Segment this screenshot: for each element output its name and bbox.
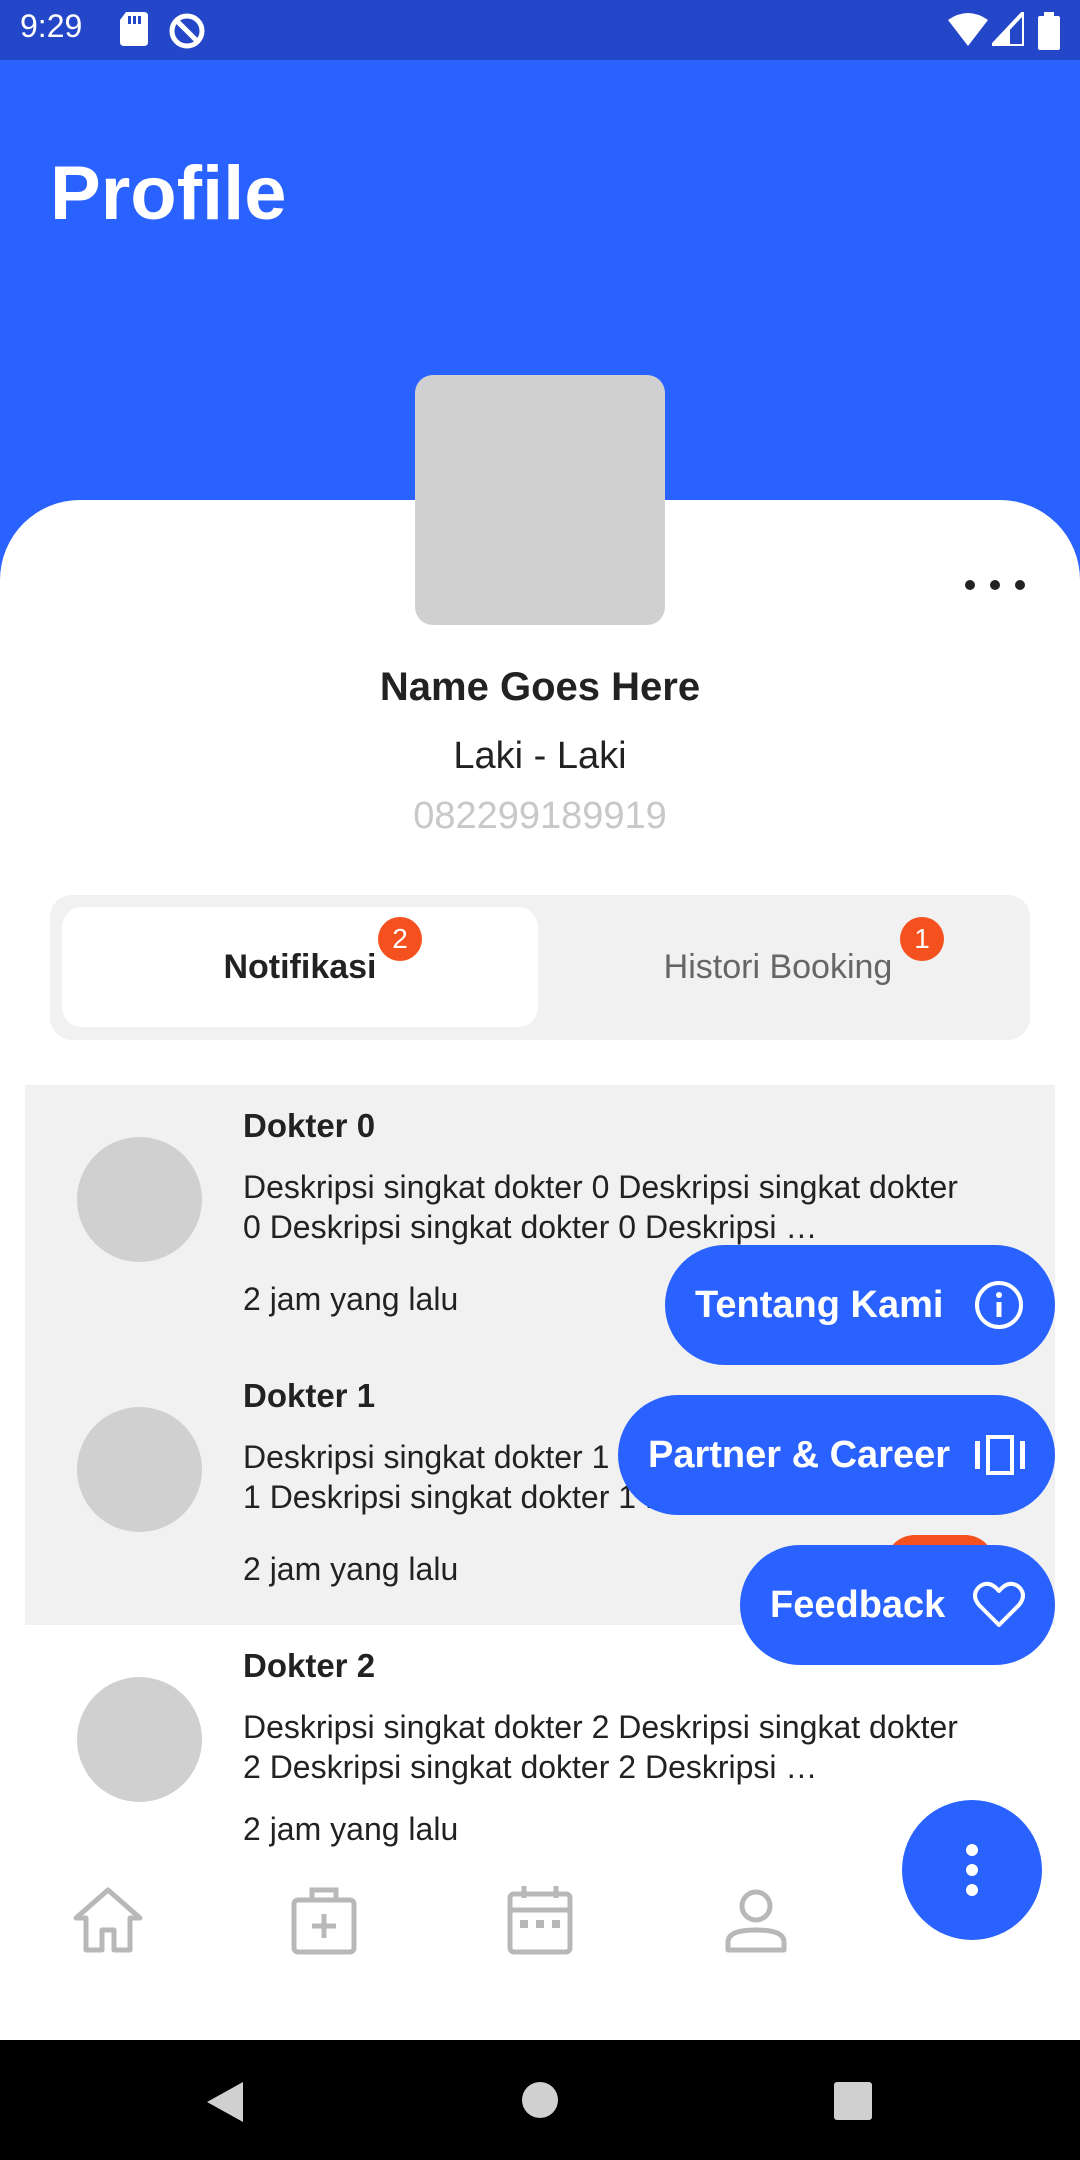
item-time: 2 jam yang lalu [243, 1551, 459, 1587]
sync-icon [169, 13, 205, 49]
item-time: 2 jam yang lalu [243, 1811, 459, 1847]
item-title: Dokter 2 [243, 1647, 376, 1684]
item-time: 2 jam yang lalu [243, 1281, 459, 1317]
signal-icon [992, 12, 1024, 46]
person-icon[interactable] [716, 1880, 796, 1960]
profile-gender: Laki - Laki [453, 735, 627, 777]
more-options-button[interactable] [965, 570, 1025, 600]
item-title: Dokter 1 [243, 1377, 376, 1414]
notification-badge: 2 [378, 917, 422, 961]
medical-bag-icon[interactable] [284, 1880, 364, 1960]
home-circle-icon[interactable] [522, 2082, 558, 2118]
dot [965, 580, 975, 590]
tab-label: Histori Booking [663, 947, 893, 986]
dot [966, 1884, 978, 1896]
item-title: Dokter 0 [243, 1107, 376, 1144]
profile-name: Name Goes Here [379, 665, 701, 709]
page-title: Profile [50, 151, 287, 236]
dot [990, 580, 1000, 590]
avatar [77, 1407, 202, 1532]
battery-icon [1038, 12, 1060, 50]
tab-histori-booking[interactable]: Histori Booking [540, 907, 1016, 1027]
system-nav-bar [0, 2040, 1080, 2160]
info-icon [975, 1281, 1023, 1329]
back-icon[interactable] [205, 2080, 245, 2124]
wifi-icon [948, 13, 988, 46]
heart-icon [973, 1581, 1025, 1627]
list-item[interactable]: Dokter 2 Deskripsi singkat dokter 2 Desk… [25, 1625, 1055, 1895]
partner-career-button[interactable]: Partner & Career [618, 1395, 1055, 1515]
tab-notifikasi[interactable]: Notifikasi [62, 907, 538, 1027]
item-description: Deskripsi singkat dokter 0 Deskripsi sin… [243, 1169, 958, 1245]
avatar [77, 1137, 202, 1262]
home-icon[interactable] [68, 1880, 148, 1960]
avatar [77, 1677, 202, 1802]
tab-bar: Notifikasi Histori Booking 2 1 [50, 895, 1030, 1040]
dot [1015, 580, 1025, 590]
about-us-label: Tentang Kami [695, 1283, 944, 1326]
profile-phone: 082299189919 [413, 795, 667, 837]
profile-avatar[interactable] [415, 375, 665, 625]
feedback-button[interactable]: Feedback [740, 1545, 1055, 1665]
calendar-icon[interactable] [500, 1880, 580, 1960]
dot [966, 1864, 978, 1876]
dot [966, 1844, 978, 1856]
carousel-icon [975, 1435, 1025, 1475]
speed-dial-fab[interactable] [902, 1800, 1042, 1940]
booking-badge: 1 [900, 917, 944, 961]
recents-icon[interactable] [834, 2082, 872, 2120]
partner-career-label: Partner & Career [648, 1433, 951, 1476]
status-bar: 9:29 [0, 0, 1080, 60]
about-us-button[interactable]: Tentang Kami [665, 1245, 1055, 1365]
item-description: Deskripsi singkat dokter 2 Deskripsi sin… [243, 1709, 958, 1785]
feedback-label: Feedback [770, 1583, 946, 1626]
sd-card-icon [120, 12, 148, 46]
status-time: 9:29 [20, 8, 83, 44]
tab-label: Notifikasi [223, 947, 377, 986]
